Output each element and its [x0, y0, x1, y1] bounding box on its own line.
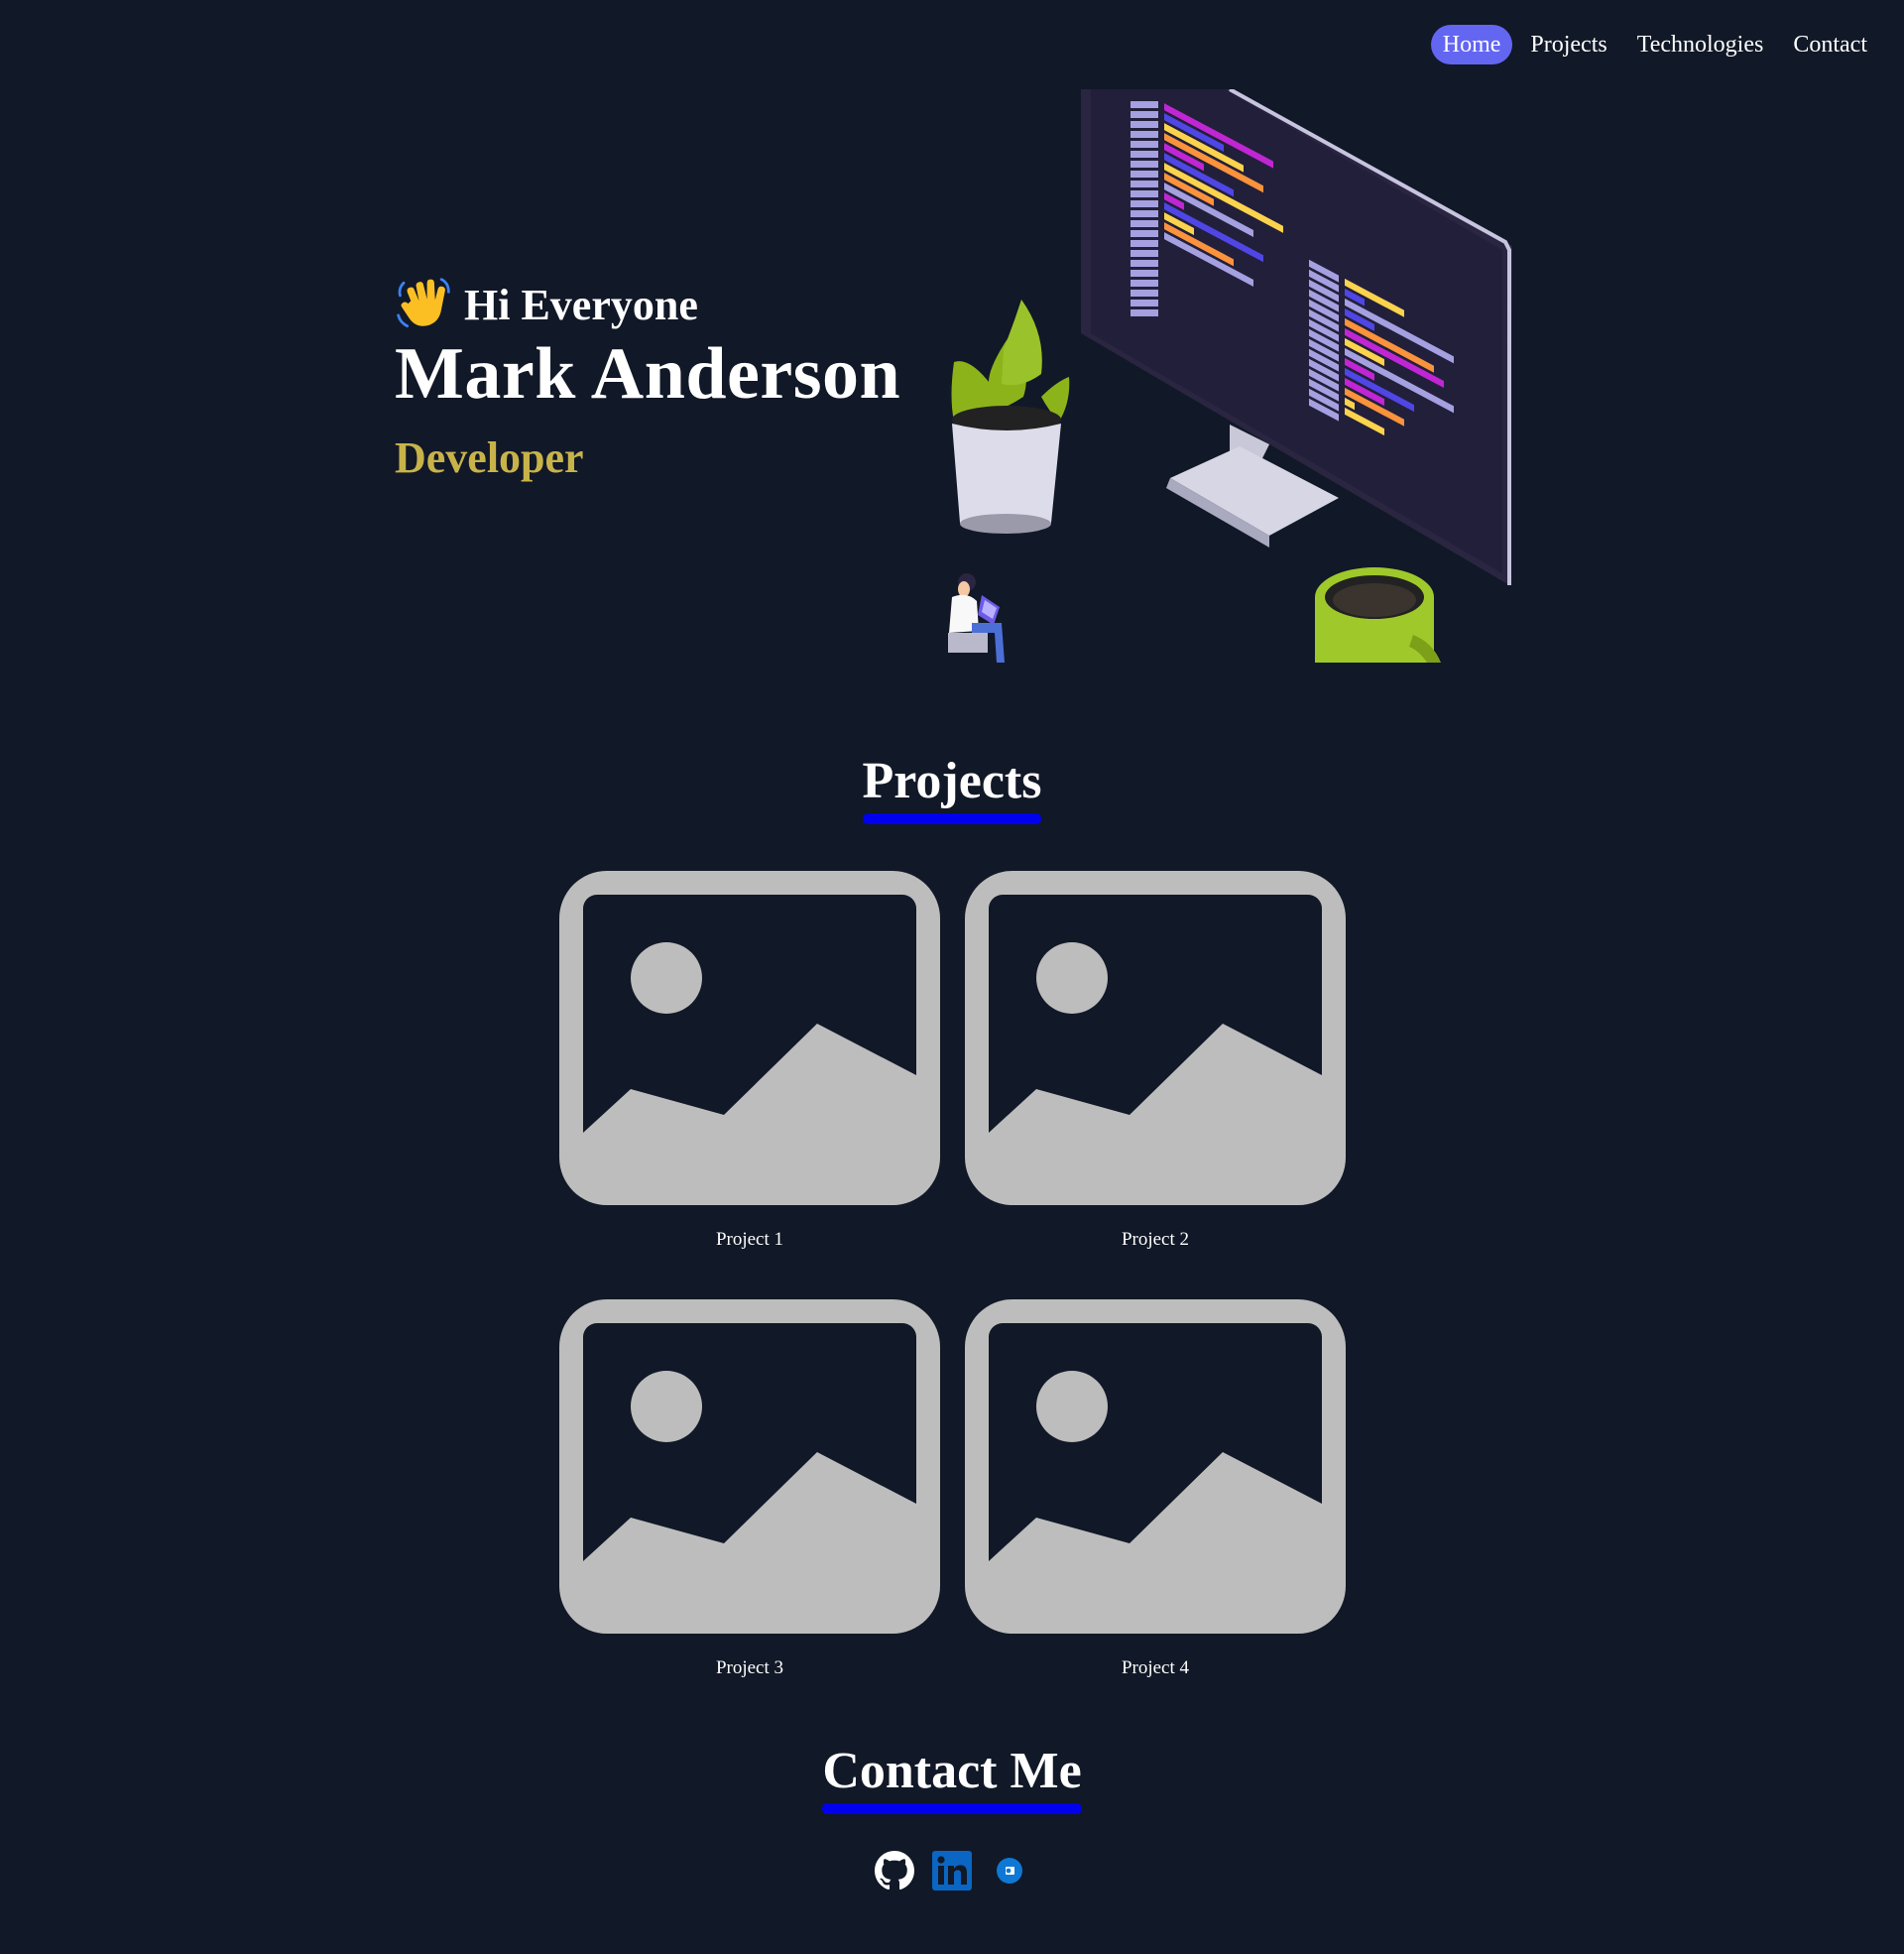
person-graphic — [948, 573, 1005, 663]
nav-contact[interactable]: Contact — [1781, 25, 1879, 64]
project-caption: Project 1 — [715, 1229, 784, 1250]
plant-graphic — [951, 300, 1070, 534]
nav-technologies[interactable]: Technologies — [1625, 25, 1776, 64]
projects-heading: Projects — [862, 752, 1041, 824]
mug-graphic — [1315, 567, 1441, 663]
projects-section-title: Projects — [0, 752, 1904, 824]
contact-section-title: Contact Me — [0, 1742, 1904, 1814]
image-placeholder-icon — [965, 871, 1346, 1205]
outlook-icon — [997, 1858, 1022, 1884]
project-caption: Project 4 — [1121, 1657, 1190, 1678]
developer-workspace-illustration — [948, 89, 1512, 663]
hero-text: Hi Everyone Mark Anderson Developer — [395, 276, 900, 483]
project-card[interactable]: Project 2 — [965, 871, 1346, 1299]
hero-name: Mark Anderson — [395, 333, 901, 415]
outlook-link[interactable] — [990, 1851, 1029, 1891]
project-card[interactable]: Project 1 — [559, 871, 940, 1299]
linkedin-icon — [932, 1851, 972, 1891]
github-icon — [875, 1851, 914, 1891]
top-nav: Home Projects Technologies Contact — [1430, 25, 1879, 64]
linkedin-link[interactable] — [932, 1851, 972, 1891]
project-caption: Project 2 — [1121, 1229, 1190, 1250]
project-card[interactable]: Project 3 — [559, 1299, 940, 1728]
contact-heading: Contact Me — [822, 1742, 1083, 1814]
social-links — [0, 1851, 1904, 1891]
image-placeholder-icon — [559, 871, 940, 1205]
project-card[interactable]: Project 4 — [965, 1299, 1346, 1728]
nav-projects[interactable]: Projects — [1518, 25, 1618, 64]
image-placeholder-icon — [965, 1299, 1346, 1634]
github-link[interactable] — [875, 1851, 914, 1891]
image-placeholder-icon — [559, 1299, 940, 1634]
hero-role: Developer — [395, 433, 584, 482]
greeting-text: Hi Everyone — [464, 280, 698, 329]
projects-grid: Project 1 Project 2 Project 3 Project 4 — [559, 871, 1346, 1728]
nav-home[interactable]: Home — [1430, 25, 1513, 64]
greeting: Hi Everyone — [395, 276, 900, 333]
project-caption: Project 3 — [715, 1657, 784, 1678]
waving-hand-icon — [397, 278, 450, 328]
